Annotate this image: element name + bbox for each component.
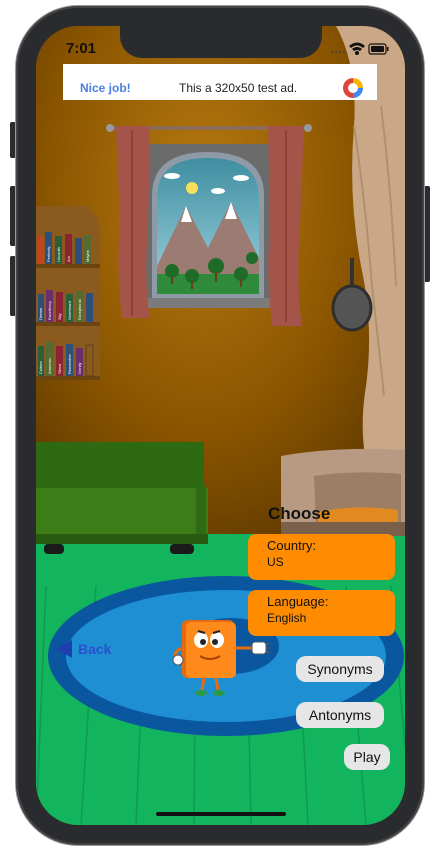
battery-icon: [368, 43, 389, 55]
antonyms-button[interactable]: Antonyms: [296, 702, 384, 728]
app-screen: Perfectly Uncouth Act Maybe Dream Excell…: [36, 26, 405, 825]
country-label: Country:: [267, 538, 317, 553]
book-r1-3: Uncouth: [56, 247, 61, 262]
book-r2-4: Overheard: [67, 301, 72, 320]
status-icons: [331, 42, 389, 55]
book-r2-1: Dream: [38, 307, 43, 320]
book-r2-5: Exceptional: [77, 299, 82, 320]
book-r3-2: Amnesia: [47, 358, 52, 374]
book-r1-2: Perfectly: [46, 246, 51, 262]
book-r3-5: Gently: [77, 362, 82, 374]
language-selector[interactable]: Language: English: [248, 590, 395, 636]
back-arrow-icon: [56, 640, 72, 658]
language-label: Language:: [267, 594, 329, 609]
status-time: 7:01: [66, 40, 97, 57]
book-r2-2: Excellency: [47, 301, 52, 320]
ad-right-text: This a 320x50 test ad.: [179, 81, 298, 95]
book-r2-3: Sky: [57, 313, 62, 320]
sun-icon: [186, 182, 198, 194]
home-indicator[interactable]: [156, 812, 286, 816]
power-button: [424, 186, 430, 282]
play-button[interactable]: Play: [344, 744, 390, 770]
window: [136, 144, 280, 308]
book-r3-3: Silent: [57, 363, 62, 374]
book-r1-4: Act: [66, 255, 71, 262]
choose-title: Choose: [268, 504, 331, 523]
bookshelf: [36, 206, 100, 380]
book-r1-5: Maybe: [85, 249, 90, 262]
ad-logo-icon: [343, 78, 363, 98]
book-r3-4: Remember: [67, 354, 72, 374]
synonyms-button[interactable]: Synonyms: [296, 656, 384, 682]
ad-left-text: Nice job!: [80, 81, 131, 95]
language-value: English: [267, 611, 307, 625]
back-button[interactable]: Back: [54, 638, 124, 660]
country-value: US: [267, 555, 284, 569]
notch: [120, 26, 322, 58]
wifi-icon: [349, 42, 365, 55]
ad-banner[interactable]: Nice job! This a 320x50 test ad.: [63, 64, 377, 100]
back-label: Back: [78, 641, 112, 657]
book-r3-1: Culture: [38, 360, 43, 374]
sofa: [36, 442, 208, 554]
signal-icon: [331, 51, 345, 53]
country-selector[interactable]: Country: US: [248, 534, 395, 580]
